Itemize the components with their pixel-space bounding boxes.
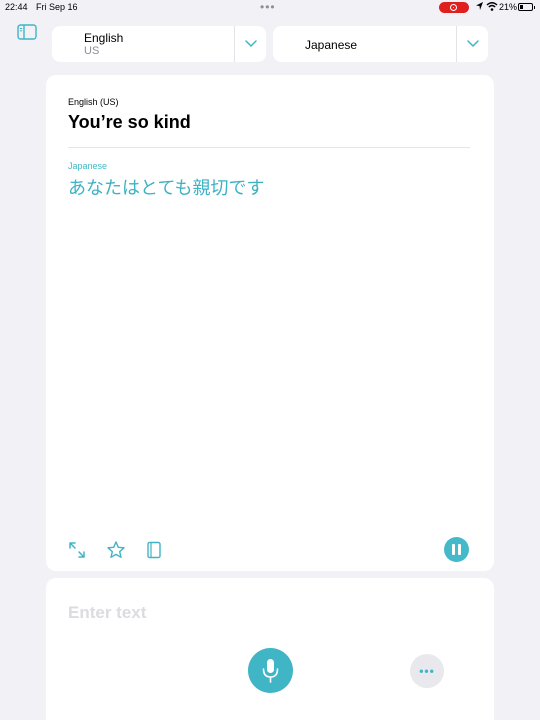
pause-icon (458, 544, 461, 555)
chevron-down-icon[interactable] (244, 38, 258, 48)
source-language-selector[interactable]: English US (52, 26, 266, 62)
more-icon: ••• (419, 664, 435, 678)
pause-button[interactable] (444, 537, 469, 562)
divider (234, 26, 235, 62)
sidebar-icon[interactable] (17, 24, 37, 40)
book-icon[interactable] (144, 540, 164, 560)
source-language-region: US (84, 45, 100, 57)
target-language-label: Japanese (68, 161, 108, 171)
status-date: Fri Sep 16 (36, 2, 78, 12)
location-icon (476, 2, 483, 10)
more-button[interactable]: ••• (410, 654, 444, 688)
microphone-button[interactable] (248, 648, 293, 693)
status-time: 22:44 (5, 2, 28, 12)
translated-text: あなたはとても親切です (68, 178, 265, 199)
multitasking-dots[interactable]: ••• (260, 0, 276, 14)
chevron-down-icon[interactable] (466, 38, 480, 48)
divider (456, 26, 457, 62)
divider (68, 147, 470, 148)
target-language-selector[interactable]: Japanese (273, 26, 488, 62)
pause-icon (452, 544, 455, 555)
text-input-placeholder[interactable]: Enter text (68, 603, 146, 623)
wifi-icon (486, 2, 498, 11)
battery-percent: 21% (499, 2, 518, 12)
expand-icon[interactable] (67, 540, 87, 560)
battery-icon (518, 3, 535, 11)
text-input-card[interactable]: Enter text ••• (46, 578, 494, 720)
screen-recording-indicator[interactable] (439, 2, 469, 13)
source-text: You’re so kind (68, 112, 191, 132)
target-language-name: Japanese (305, 38, 358, 52)
microphone-icon (262, 659, 279, 683)
star-icon[interactable] (106, 540, 126, 560)
translation-card: English (US) You’re so kind Japanese あなた… (46, 75, 494, 571)
source-language-label: English (US) (68, 97, 119, 107)
source-language-name: English (84, 31, 124, 45)
status-bar: 22:44 Fri Sep 16 ••• 21% (0, 0, 540, 16)
